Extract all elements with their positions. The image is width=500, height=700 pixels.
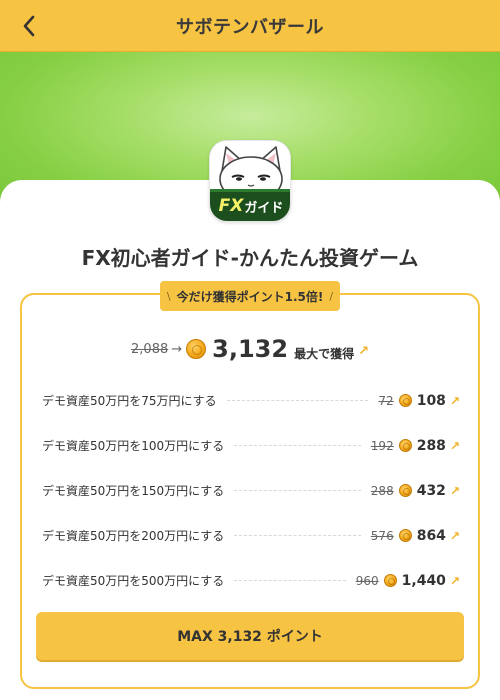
coin-icon (398, 394, 412, 407)
app-icon-fx-text: FX (218, 196, 244, 216)
dotted-leader (226, 400, 369, 401)
task-old-points: 192 (370, 438, 394, 453)
bonus-tag-slash-right: / (329, 289, 334, 303)
coin-icon (383, 574, 397, 587)
dotted-leader (234, 535, 361, 536)
task-new-points: 432 (416, 482, 446, 499)
task-old-points: 72 (378, 393, 394, 408)
app-title: FX初心者ガイド-かんたん投資ゲーム (81, 246, 419, 270)
dotted-leader (234, 445, 361, 446)
arrow-up-right-icon: ↗ (449, 483, 460, 498)
coin-icon (186, 339, 207, 359)
dotted-leader (234, 490, 361, 491)
coin-icon (398, 439, 412, 452)
chevron-left-icon (23, 15, 35, 37)
task-row: デモ資産50万円を100万円にする 192 288 ↗ (42, 423, 460, 468)
task-row: デモ資産50万円を500万円にする 960 1,440 ↗ (42, 558, 460, 603)
arrow-up-right-icon: ↗ (449, 393, 460, 408)
bonus-tag-slash-left: \ (166, 289, 171, 303)
back-button[interactable] (14, 11, 44, 41)
task-old-points: 576 (370, 528, 394, 543)
arrow-up-right-icon: ↗ (358, 343, 369, 359)
task-label: デモ資産50万円を150万円にする (42, 484, 225, 498)
task-new-points: 288 (416, 437, 446, 454)
reward-summary: 2,088 → 3,132 最大で獲得 ↗ (0, 332, 500, 366)
arrow-right-icon: → (171, 341, 183, 357)
new-total-points: 3,132 (212, 335, 289, 363)
app-icon-guide-text: ガイド (244, 200, 284, 216)
max-earn-label: 最大で獲得 (294, 346, 355, 361)
bonus-tag: \ 今だけ獲得ポイント1.5倍! / (160, 281, 340, 311)
task-new-points: 1,440 (401, 572, 446, 589)
task-old-points: 288 (370, 483, 394, 498)
top-bar: サボテンバザール (0, 0, 500, 52)
task-label: デモ資産50万円を500万円にする (42, 574, 225, 588)
arrow-up-right-icon: ↗ (449, 573, 460, 588)
task-list: デモ資産50万円を75万円にする 72 108 ↗ デモ資産50万円を100万円… (42, 378, 460, 603)
task-row: デモ資産50万円を200万円にする 576 864 ↗ (42, 513, 460, 558)
arrow-up-right-icon: ↗ (449, 438, 460, 453)
task-row: デモ資産50万円を150万円にする 288 432 ↗ (42, 468, 460, 513)
app-icon-label: FX ガイド (210, 193, 290, 219)
bonus-tag-text: 今だけ獲得ポイント1.5倍! (176, 289, 324, 304)
task-new-points: 864 (416, 527, 446, 544)
task-old-points: 960 (355, 573, 379, 588)
page-title: サボテンバザール (176, 16, 324, 38)
coin-icon (398, 484, 412, 497)
app-icon: FX ガイド (209, 140, 291, 222)
max-points-button[interactable]: MAX 3,132 ポイント (36, 612, 464, 660)
arrow-up-right-icon: ↗ (449, 528, 460, 543)
task-new-points: 108 (416, 392, 446, 409)
dotted-leader (234, 580, 346, 581)
task-row: デモ資産50万円を75万円にする 72 108 ↗ (42, 378, 460, 423)
old-total-points: 2,088 (131, 341, 169, 357)
coin-icon (398, 529, 412, 542)
task-label: デモ資産50万円を75万円にする (42, 394, 217, 408)
task-label: デモ資産50万円を100万円にする (42, 439, 225, 453)
task-label: デモ資産50万円を200万円にする (42, 529, 225, 543)
